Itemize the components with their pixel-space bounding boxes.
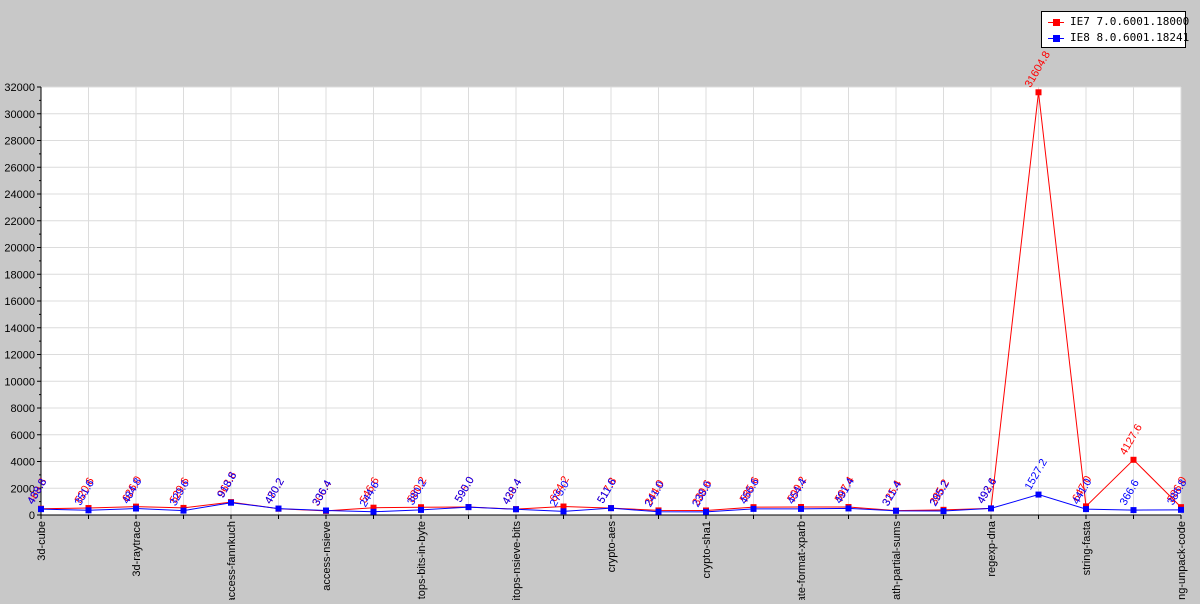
x-tick-label: access-nsieve [321, 521, 333, 591]
y-tick-label: 4000 [11, 457, 35, 469]
y-tick-label: 22000 [4, 216, 35, 228]
data-point [1035, 491, 1042, 498]
y-tick-label: 8000 [11, 403, 35, 415]
data-point [180, 507, 187, 514]
data-point [1178, 506, 1184, 513]
data-point [323, 507, 329, 514]
data-point [418, 506, 424, 513]
data-point [513, 506, 519, 513]
data-point [1130, 456, 1137, 463]
x-tick-label: 3d-cube [36, 521, 48, 561]
y-tick-label: 28000 [4, 136, 35, 148]
x-tick-label: string-fasta [1081, 520, 1093, 575]
legend-swatch-ie8 [1048, 34, 1064, 42]
legend: IE7 7.0.6001.18000 IE8 8.0.6001.18241 [1041, 11, 1189, 48]
x-tick-label: crypto-sha1 [701, 521, 713, 578]
x-tick-label: itops-nsieve-bits [511, 521, 523, 600]
data-point [988, 505, 994, 512]
legend-swatch-ie7 [1048, 18, 1064, 26]
legend-label-ie8: IE8 8.0.6001.18241 [1070, 31, 1190, 44]
x-tick-label: nath-partial-sums [891, 521, 903, 600]
y-tick-label: 32000 [4, 82, 35, 94]
data-point [893, 507, 899, 514]
data-point [85, 507, 92, 514]
legend-item-ie8: IE8 8.0.6001.18241 [1048, 31, 1189, 45]
data-point [370, 508, 377, 515]
data-point [608, 505, 614, 512]
data-point [703, 508, 709, 515]
data-point [1130, 507, 1137, 514]
legend-item-ie7: IE7 7.0.6001.18000 [1048, 15, 1189, 29]
x-tick-label: crypto-aes [606, 521, 618, 573]
data-point [1083, 506, 1089, 513]
data-point [465, 504, 472, 511]
x-tick-label: itops-bits-in-byte [416, 521, 428, 600]
data-point [275, 505, 282, 512]
data-point [133, 505, 139, 512]
data-point [940, 508, 947, 515]
data-point [845, 505, 852, 512]
y-tick-label: 10000 [4, 376, 35, 388]
x-tick-label: regexp-dna [986, 520, 998, 577]
data-point [38, 506, 44, 513]
legend-label-ie7: IE7 7.0.6001.18000 [1070, 15, 1190, 28]
chart-root: 0 2000 4000 6000 8000 10000 12000 14000 16000 180… [0, 0, 1200, 604]
data-point [750, 505, 757, 512]
data-label: 31604.8 [1023, 49, 1053, 89]
x-tick-label: access-fannkuch [226, 521, 238, 600]
x-tick-label: 3d-raytrace [131, 521, 143, 577]
data-point [228, 499, 234, 506]
y-tick-label: 26000 [4, 162, 35, 174]
y-tick-label: 24000 [4, 189, 35, 201]
y-tick-label: 14000 [4, 323, 35, 335]
data-point [655, 508, 662, 515]
y-tick-label: 6000 [11, 430, 35, 442]
y-tick-label: 16000 [4, 296, 35, 308]
data-point [560, 508, 567, 515]
data-point [798, 505, 804, 512]
y-tick-label: 30000 [4, 109, 35, 121]
y-tick-label: 20000 [4, 243, 35, 255]
y-tick-label: 12000 [4, 350, 35, 362]
y-tick-label: 18000 [4, 269, 35, 281]
data-point [1035, 89, 1042, 96]
line-chart: 0200040006000800010000120001400016000180… [4, 49, 1189, 604]
x-tick-label: ing-unpack-code [1176, 521, 1188, 600]
x-tick-label: ate-format-xparb [796, 521, 808, 600]
y-tick-label: 0 [29, 510, 35, 522]
